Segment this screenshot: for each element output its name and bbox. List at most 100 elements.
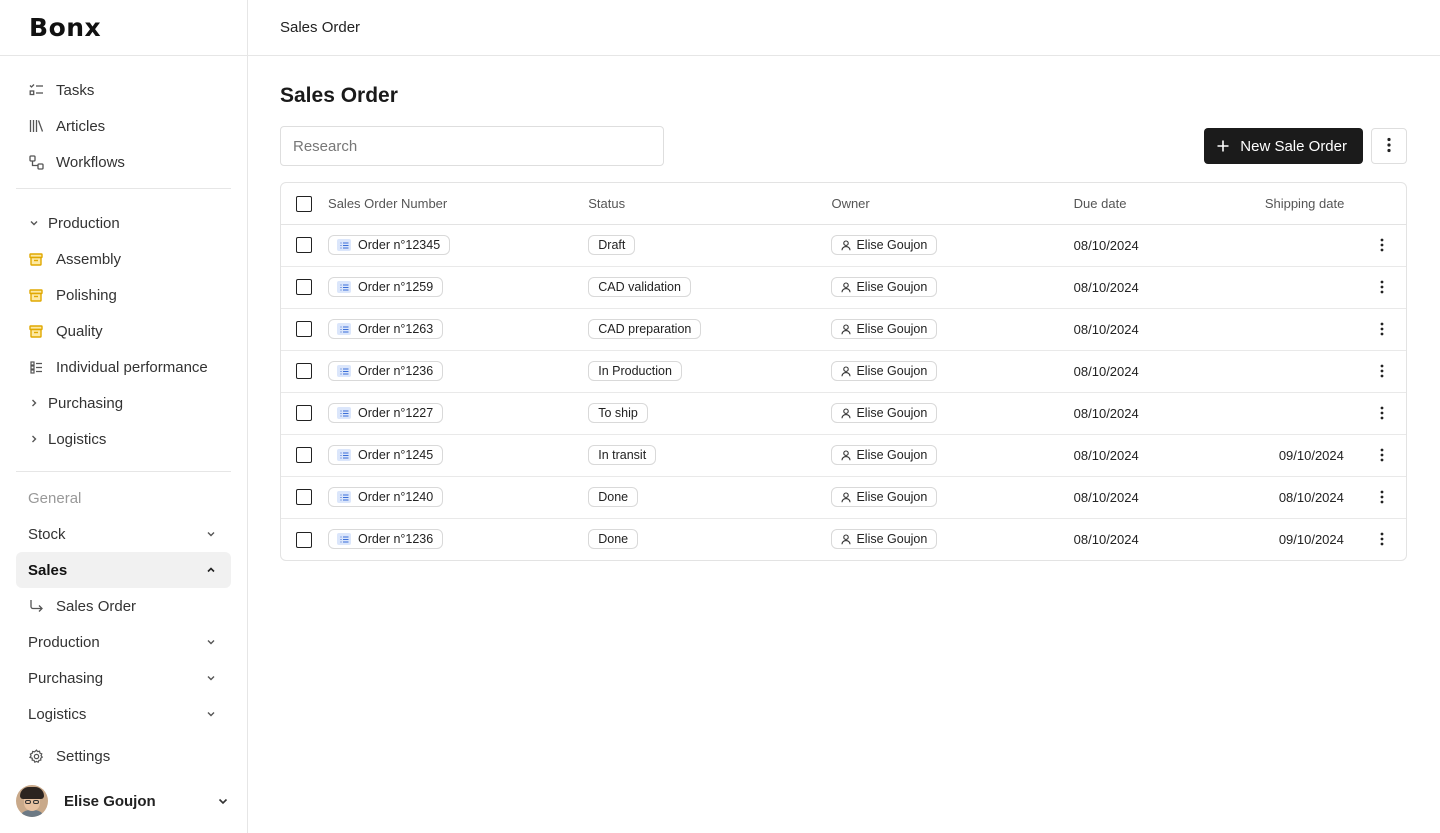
order-number-pill[interactable]: Order n°12345 — [328, 235, 451, 255]
user-icon — [841, 449, 852, 461]
user-icon — [841, 239, 852, 251]
order-list-icon — [337, 449, 352, 461]
owner-pill[interactable]: Elise Goujon — [831, 277, 938, 297]
sidebar-item-sales-order[interactable]: Sales Order — [16, 588, 231, 624]
row-checkbox[interactable] — [296, 363, 312, 380]
table-row[interactable]: Order n°12345 Draft Elise Goujon 08/10/2… — [281, 224, 1406, 267]
order-number-pill[interactable]: Order n°1236 — [328, 529, 444, 550]
sidebar-item-settings[interactable]: Settings — [16, 738, 231, 774]
status-badge: CAD validation — [588, 277, 691, 297]
due-date: 08/10/2024 — [1073, 224, 1265, 267]
chevron-down-icon — [205, 635, 217, 649]
general-nav: General Stock Sales Sales Order Producti… — [16, 472, 231, 732]
table-row[interactable]: Order n°1236 Done Elise Goujon 08/10/202… — [281, 518, 1406, 560]
order-list-icon — [337, 491, 352, 503]
row-actions-button[interactable] — [1372, 235, 1392, 255]
status-badge: Done — [588, 487, 639, 507]
owner-pill[interactable]: Elise Goujon — [831, 445, 938, 465]
sidebar-section-label: Production — [48, 214, 120, 232]
kebab-menu-icon — [1380, 238, 1384, 252]
order-number-pill[interactable]: Order n°1245 — [328, 445, 444, 465]
order-number-pill[interactable]: Order n°1240 — [328, 487, 444, 507]
user-menu[interactable]: Elise Goujon — [16, 785, 231, 817]
shipping-date — [1264, 308, 1358, 351]
chevron-down-icon — [205, 527, 217, 541]
row-checkbox[interactable] — [296, 237, 312, 254]
owner-pill[interactable]: Elise Goujon — [831, 403, 938, 423]
column-header-owner[interactable]: Owner — [831, 183, 1074, 225]
row-actions-button[interactable] — [1372, 277, 1392, 297]
row-actions-button[interactable] — [1372, 487, 1392, 507]
row-actions-button[interactable] — [1372, 361, 1392, 381]
articles-icon — [28, 118, 44, 134]
table-row[interactable]: Order n°1263 CAD preparation Elise Goujo… — [281, 308, 1406, 351]
owner-pill[interactable]: Elise Goujon — [831, 319, 938, 339]
sidebar-item-polishing[interactable]: Polishing — [16, 277, 231, 313]
sidebar-item-purchasing[interactable]: Purchasing — [16, 660, 231, 696]
more-options-button[interactable] — [1371, 128, 1407, 164]
order-number: Order n°1236 — [358, 532, 434, 547]
owner-name: Elise Goujon — [856, 280, 928, 294]
sidebar-section-purchasing[interactable]: Purchasing — [16, 385, 231, 421]
chevron-down-icon — [28, 218, 40, 228]
row-checkbox[interactable] — [296, 321, 312, 338]
row-checkbox[interactable] — [296, 279, 312, 296]
sidebar-item-workflows[interactable]: Workflows — [16, 144, 231, 180]
table-row[interactable]: Order n°1245 In transit Elise Goujon 08/… — [281, 434, 1406, 477]
order-number-pill[interactable]: Order n°1236 — [328, 361, 444, 381]
kebab-menu-icon — [1380, 448, 1384, 462]
sidebar-item-individual-performance[interactable]: Individual performance — [16, 349, 231, 385]
table-row[interactable]: Order n°1236 In Production Elise Goujon … — [281, 350, 1406, 393]
sidebar-section-logistics[interactable]: Logistics — [16, 421, 231, 457]
order-number-pill[interactable]: Order n°1227 — [328, 403, 444, 423]
sidebar-item-label: Production — [28, 633, 100, 651]
kebab-menu-icon — [1380, 364, 1384, 378]
select-all-checkbox[interactable] — [296, 195, 312, 212]
row-actions-button[interactable] — [1372, 529, 1392, 549]
sidebar-item-stock[interactable]: Stock — [16, 516, 231, 552]
sidebar-item-production[interactable]: Production — [16, 624, 231, 660]
owner-pill[interactable]: Elise Goujon — [831, 361, 938, 381]
row-checkbox[interactable] — [296, 405, 312, 422]
search-input[interactable] — [280, 126, 664, 166]
chevron-up-icon — [205, 563, 217, 577]
order-list-icon — [337, 407, 352, 419]
sidebar-section-production[interactable]: Production — [16, 205, 231, 241]
column-header-shipping-date[interactable]: Shipping date — [1264, 183, 1358, 225]
row-actions-button[interactable] — [1372, 403, 1392, 423]
sidebar-item-assembly[interactable]: Assembly — [16, 241, 231, 277]
owner-pill[interactable]: Elise Goujon — [831, 487, 938, 507]
table-row[interactable]: Order n°1240 Done Elise Goujon 08/10/202… — [281, 476, 1406, 519]
table-row[interactable]: Order n°1227 To ship Elise Goujon 08/10/… — [281, 392, 1406, 435]
owner-pill[interactable]: Elise Goujon — [831, 529, 938, 550]
order-list-icon — [337, 365, 352, 377]
sidebar-item-articles[interactable]: Articles — [16, 108, 231, 144]
sidebar-item-tasks[interactable]: Tasks — [16, 72, 231, 108]
chevron-down-icon[interactable] — [215, 795, 231, 807]
sidebar-item-quality[interactable]: Quality — [16, 313, 231, 349]
order-number-pill[interactable]: Order n°1263 — [328, 319, 444, 339]
status-badge: CAD preparation — [588, 319, 702, 339]
row-actions-button[interactable] — [1372, 319, 1392, 339]
sidebar-item-label: Settings — [56, 747, 111, 765]
sidebar-item-label: Tasks — [56, 81, 95, 99]
row-actions-button[interactable] — [1372, 445, 1392, 465]
column-header-due-date[interactable]: Due date — [1073, 183, 1265, 225]
sidebar-item-logistics[interactable]: Logistics — [16, 696, 231, 732]
sidebar-item-sales[interactable]: Sales — [16, 552, 231, 588]
row-checkbox[interactable] — [296, 489, 312, 506]
table-row[interactable]: Order n°1259 CAD validation Elise Goujon… — [281, 266, 1406, 309]
row-checkbox[interactable] — [296, 447, 312, 464]
new-sale-order-button[interactable]: New Sale Order — [1204, 128, 1363, 164]
column-header-number[interactable]: Sales Order Number — [328, 183, 589, 225]
column-header-status[interactable]: Status — [588, 183, 832, 225]
chevron-right-icon — [28, 398, 40, 408]
sidebar-item-label: Articles — [56, 117, 106, 135]
order-number-pill[interactable]: Order n°1259 — [328, 277, 444, 297]
row-checkbox[interactable] — [296, 531, 312, 548]
bonx-logo[interactable]: Bo nx — [29, 13, 101, 42]
sidebar: Bo nx Tasks Articles Workflows Productio… — [0, 0, 248, 833]
owner-pill[interactable]: Elise Goujon — [831, 235, 938, 255]
sidebar-item-label: Quality — [56, 322, 103, 340]
owner-name: Elise Goujon — [856, 364, 928, 378]
